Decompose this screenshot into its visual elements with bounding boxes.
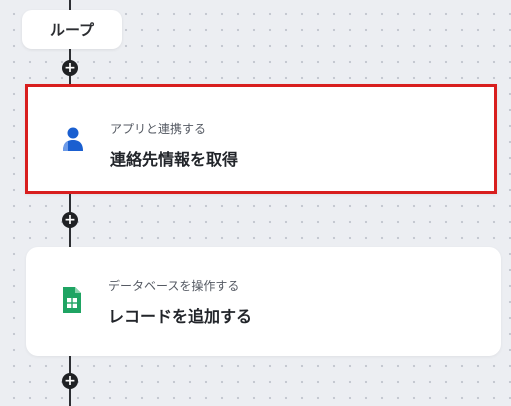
loop-node[interactable]: ループ: [22, 10, 122, 49]
step-title: 連絡先情報を取得: [110, 150, 239, 169]
step-category: アプリと連携する: [110, 122, 207, 136]
spreadsheet-icon: [63, 287, 81, 313]
add-step-button[interactable]: +: [62, 373, 78, 389]
step-card-add-record[interactable]: データベースを操作する レコードを追加する: [26, 247, 501, 356]
step-card-get-contact[interactable]: アプリと連携する 連絡先情報を取得: [25, 84, 497, 194]
add-step-button[interactable]: +: [62, 212, 78, 228]
step-title: レコードを追加する: [108, 307, 253, 326]
step-category: データベースを操作する: [108, 279, 240, 293]
contact-person-icon: [63, 127, 83, 151]
add-step-button[interactable]: +: [62, 60, 78, 76]
loop-label: ループ: [49, 21, 95, 39]
